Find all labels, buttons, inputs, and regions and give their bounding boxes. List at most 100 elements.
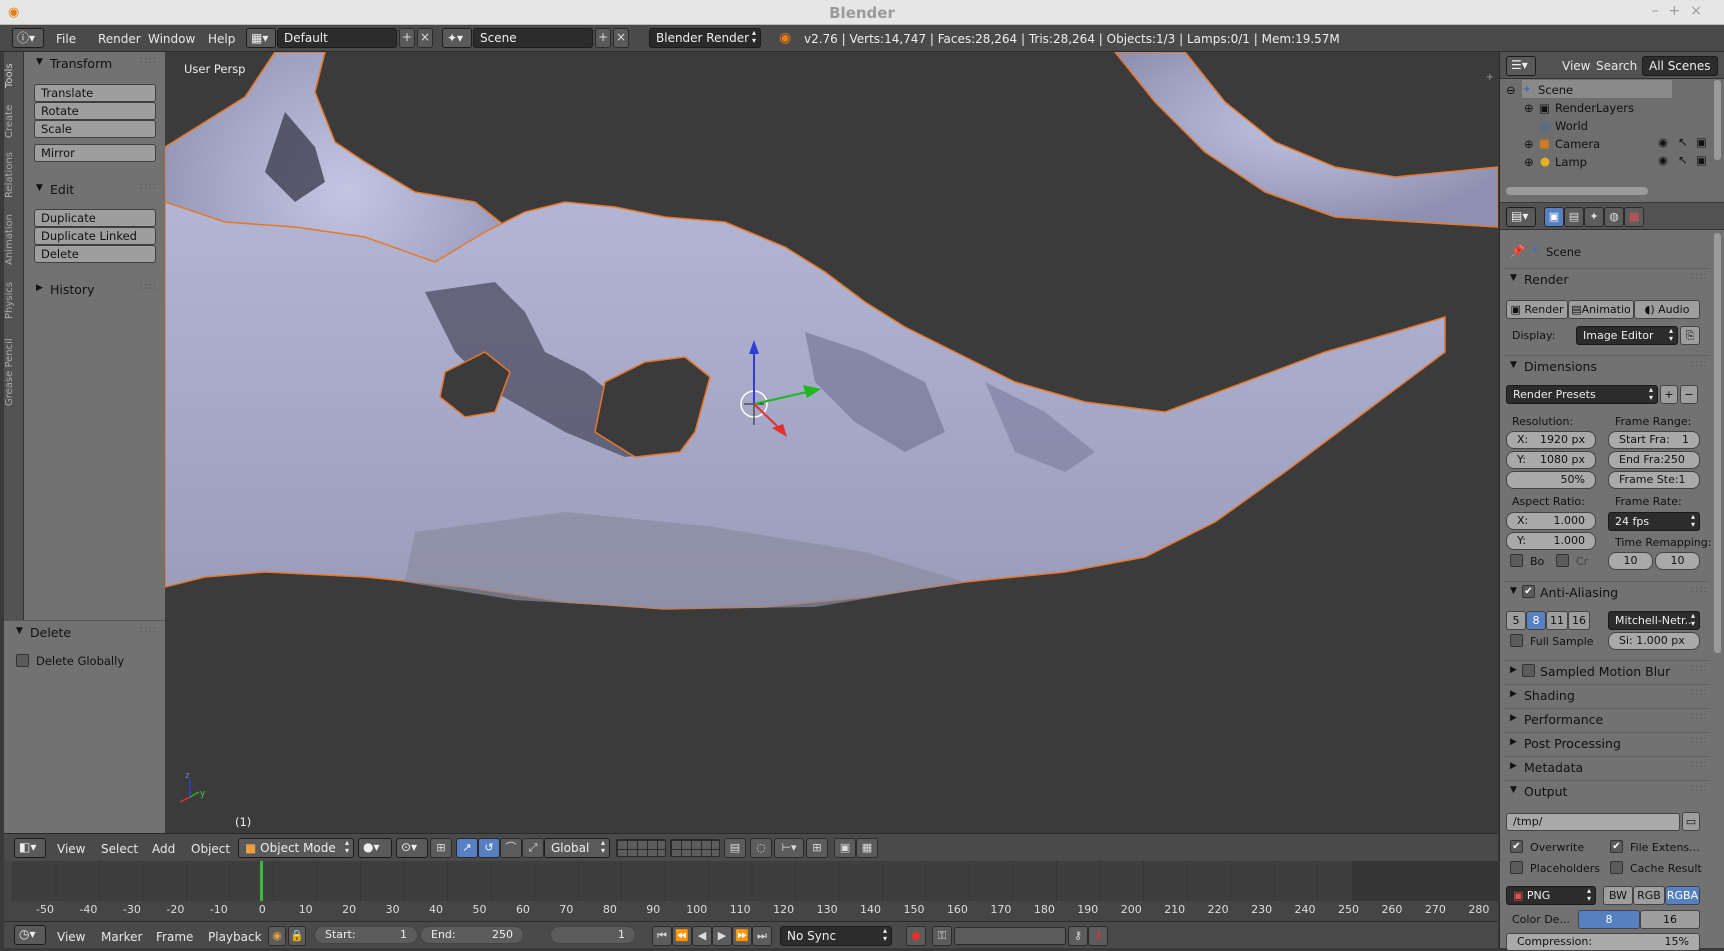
remap-new-field[interactable]: 10 (1655, 552, 1700, 570)
overwrite-checkbox[interactable]: ✔ (1510, 840, 1523, 853)
panel-post-processing-header[interactable]: ▶ Post Processing:::: (1504, 732, 1710, 752)
panel-render-header[interactable]: ▼ Render:::: (1504, 268, 1710, 288)
menu-add[interactable]: Add (152, 842, 175, 856)
aa-samples-5[interactable]: 5 (1506, 611, 1526, 630)
lock-interface-icon[interactable]: ⎘ (1680, 326, 1700, 345)
remove-preset-button[interactable]: − (1680, 385, 1698, 404)
outliner-filter-dropdown[interactable]: All Scenes (1642, 56, 1718, 76)
jump-keyframe-back-icon[interactable]: ⏪ (672, 926, 692, 946)
resolution-x-field[interactable]: X: 1920 px (1506, 431, 1596, 449)
aa-size-field[interactable]: Si: 1.000 px (1608, 632, 1700, 650)
drag-grip-icon[interactable]: :::: (1691, 358, 1708, 369)
menu-render[interactable]: Render (98, 32, 141, 46)
start-frame-input[interactable]: Start: 1 (314, 926, 418, 944)
panel-edit-header[interactable]: ▼ Edit:::: (24, 180, 165, 200)
drag-grip-icon[interactable]: :::: (1691, 735, 1708, 746)
current-frame-input[interactable]: 1 (550, 926, 636, 944)
aa-filter-dropdown[interactable]: Mitchell-Netr... ▴ ▾ (1608, 611, 1700, 630)
manipulator-toggle-icon[interactable]: ⊞ (430, 838, 452, 858)
tab-grease-pencil[interactable]: Grease Pencil (4, 332, 24, 412)
frame-rate-dropdown[interactable]: 24 fps ▴ ▾ (1608, 512, 1700, 531)
full-sample-checkbox[interactable] (1510, 634, 1523, 647)
play-reverse-icon[interactable]: ◀ (692, 926, 712, 946)
panel-shading-header[interactable]: ▶ Shading:::: (1504, 684, 1710, 704)
aspect-x-field[interactable]: X: 1.000 (1506, 512, 1596, 530)
panel-dimensions-header[interactable]: ▼ Dimensions:::: (1504, 355, 1710, 375)
opengl-animation-icon[interactable]: ▦ (856, 838, 878, 858)
tab-create[interactable]: Create (4, 100, 24, 142)
delete-button[interactable]: Delete (34, 245, 156, 263)
outliner-item-camera[interactable]: Camera (1555, 137, 1600, 151)
editor-type-properties-icon[interactable]: ▤▾ (1506, 207, 1536, 227)
outliner-vertical-scrollbar[interactable] (1714, 80, 1721, 160)
viewport-shading-icon[interactable]: ●▾ (358, 838, 392, 858)
transform-orientation-dropdown[interactable]: Global ▴ ▾ (544, 838, 610, 858)
panel-transform-header[interactable]: ▼ Transform:::: (24, 54, 165, 74)
motion-blur-checkbox[interactable] (1522, 664, 1535, 677)
menu-frame[interactable]: Frame (156, 930, 193, 944)
pin-icon[interactable]: 📌 (1510, 244, 1525, 258)
render-presets-dropdown[interactable]: Render Presets ▴ ▾ (1506, 385, 1658, 404)
3d-viewport[interactable]: z y User Persp (1) + (165, 52, 1498, 833)
menu-select[interactable]: Select (101, 842, 138, 856)
menu-view[interactable]: View (1562, 59, 1590, 73)
jump-start-icon[interactable]: ⏮ (652, 926, 672, 946)
drag-grip-icon[interactable]: :::: (140, 181, 157, 192)
crop-checkbox[interactable] (1556, 554, 1569, 567)
tab-physics[interactable]: Physics (4, 278, 24, 324)
panel-output-header[interactable]: ▼ Output:::: (1504, 780, 1710, 800)
screen-layout-icon[interactable]: ▦▾ (246, 28, 276, 48)
outliner-item-world[interactable]: World (1555, 119, 1588, 133)
drag-grip-icon[interactable]: :::: (1691, 584, 1708, 595)
screen-layout-field[interactable]: Default (277, 28, 397, 48)
end-frame-field[interactable]: End Fra:250 (1608, 451, 1700, 469)
editor-type-info-icon[interactable]: ⓘ▾ (12, 28, 44, 48)
add-scene-button[interactable]: + (595, 28, 611, 48)
menu-view[interactable]: View (57, 930, 85, 944)
render-button[interactable]: ▣ Render (1506, 300, 1568, 319)
mirror-button[interactable]: Mirror (34, 144, 156, 162)
jump-end-icon[interactable]: ⏭ (752, 926, 772, 946)
color-mode-bw[interactable]: BW (1603, 886, 1633, 905)
translate-manipulator-icon[interactable]: ↗ (456, 838, 478, 858)
menu-help[interactable]: Help (208, 32, 235, 46)
opengl-render-icon[interactable]: ▣ (834, 838, 856, 858)
tab-tools[interactable]: Tools (4, 58, 24, 94)
placeholders-checkbox[interactable] (1510, 861, 1523, 874)
render-context-icon[interactable]: ▣ (1544, 207, 1564, 227)
remove-screen-button[interactable]: × (417, 28, 433, 48)
panel-performance-header[interactable]: ▶ Performance:::: (1504, 708, 1710, 728)
window-controls[interactable]: –+× (1652, 3, 1712, 19)
active-keying-set-field[interactable] (954, 927, 1066, 945)
timeline-area[interactable] (12, 861, 1356, 901)
menu-playback[interactable]: Playback (208, 930, 262, 944)
color-mode-rgba[interactable]: RGBA (1665, 886, 1700, 905)
display-dropdown[interactable]: Image Editor ▴ ▾ (1576, 326, 1678, 345)
rotate-manipulator-icon[interactable]: ↺ (478, 838, 500, 858)
editor-type-timeline-icon[interactable]: ◷▾ (14, 925, 46, 945)
animation-button[interactable]: ▤Animatio (1568, 300, 1634, 319)
aa-samples-8[interactable]: 8 (1526, 611, 1546, 630)
panel-sampled-motion-blur-header[interactable]: ▶ Sampled Motion Blur:::: (1504, 660, 1710, 680)
expand-panel-icon[interactable]: + (1486, 72, 1494, 83)
panel-history-header[interactable]: ▶ History:::: (24, 280, 165, 300)
scale-manipulator-icon[interactable]: ⌒ (500, 838, 522, 858)
render-engine-dropdown[interactable]: Blender Render ▴ ▾ (649, 28, 761, 48)
lock-layers-icon[interactable]: ▤ (724, 838, 746, 858)
cache-result-checkbox[interactable] (1610, 861, 1623, 874)
editor-type-3dview-icon[interactable]: ◧▾ (14, 838, 46, 858)
outliner-item-scene[interactable]: Scene (1538, 83, 1573, 97)
mode-dropdown[interactable]: ■ Object Mode ▴ ▾ (238, 838, 354, 858)
scene-context-icon[interactable]: ✦ (1584, 207, 1604, 227)
output-path-input[interactable]: /tmp/ (1506, 813, 1680, 831)
keying-set-icon[interactable]: ⚿ (932, 926, 952, 946)
menu-object[interactable]: Object (191, 842, 230, 856)
frame-step-field[interactable]: Frame Ste:1 (1608, 471, 1700, 489)
color-mode-rgb[interactable]: RGB (1633, 886, 1665, 905)
anti-aliasing-checkbox[interactable]: ✔ (1522, 585, 1535, 598)
resolution-percent-field[interactable]: 50% (1506, 471, 1596, 489)
selectability-cursor-icon[interactable]: ↖ (1678, 153, 1688, 167)
delete-keyframe-icon[interactable]: ⚷ (1088, 926, 1108, 946)
delete-globally-checkbox[interactable] (16, 654, 29, 667)
drag-grip-icon[interactable]: :::: (140, 624, 157, 635)
